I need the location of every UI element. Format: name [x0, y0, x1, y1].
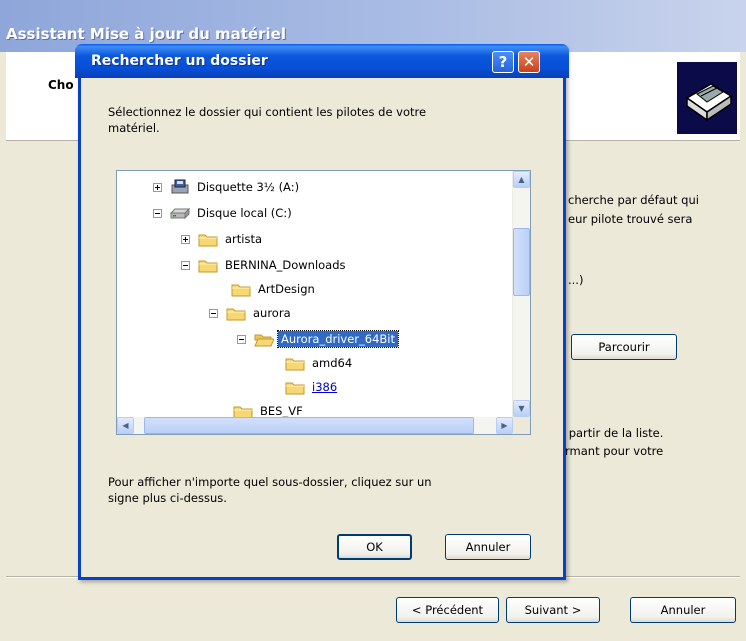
wizard-path-text: ...) [568, 273, 584, 287]
tree-item[interactable]: amd64 [285, 353, 355, 373]
tree-item-label[interactable]: amd64 [309, 355, 355, 371]
scroll-up-button[interactable]: ▲ [513, 171, 530, 188]
scrollbar-corner [513, 417, 530, 434]
dialog-hint: Pour afficher n'importe quel sous-dossie… [108, 475, 432, 505]
horizontal-scrollbar[interactable]: ◀ ▶ [117, 417, 513, 434]
folder-icon [285, 379, 305, 395]
dialog-title-bar[interactable]: Rechercher un dossier ? ✕ [75, 44, 569, 78]
tree-item-label[interactable]: artista [222, 231, 265, 247]
tree-item[interactable]: ArtDesign [231, 279, 318, 299]
tree-item-label[interactable]: BERNINA_Downloads [222, 257, 349, 273]
vertical-scroll-thumb[interactable] [513, 228, 530, 296]
tree-item-label[interactable]: aurora [250, 305, 294, 321]
next-button[interactable]: Suivant > [506, 597, 600, 623]
collapse-minus-icon[interactable] [181, 260, 190, 270]
floppy-drive-icon [170, 179, 190, 195]
wizard-desc-line-3: à partir de la liste. [558, 426, 664, 440]
wizard-desc-line-4: ormant pour votre [558, 444, 664, 458]
collapse-minus-icon[interactable] [209, 308, 218, 318]
vertical-scrollbar[interactable]: ▲ ▼ [512, 171, 530, 417]
folder-open-icon [254, 331, 275, 347]
scroll-left-button[interactable]: ◀ [117, 417, 134, 434]
collapse-minus-icon[interactable] [153, 208, 162, 218]
folder-icon [226, 305, 246, 321]
tree-item[interactable]: Disquette 3½ (A:) [153, 177, 302, 197]
wizard-cancel-button[interactable]: Annuler [630, 597, 736, 623]
close-button[interactable]: ✕ [518, 51, 540, 73]
hardware-icon [677, 62, 737, 134]
folder-tree[interactable]: Disquette 3½ (A:) Disque local (C:) artist… [116, 170, 531, 435]
expand-plus-icon[interactable] [153, 182, 162, 192]
chevron-down-icon: ▼ [518, 404, 525, 413]
back-button[interactable]: < Précédent [396, 597, 499, 623]
chevron-left-icon: ◀ [122, 421, 129, 430]
ok-button[interactable]: OK [337, 534, 412, 560]
dialog-prompt: Sélectionnez le dossier qui contient les… [108, 105, 427, 135]
dialog-title: Rechercher un dossier [91, 53, 268, 69]
tree-item-label[interactable]: Aurora_driver_64Bit [276, 330, 400, 348]
folder-icon [198, 231, 218, 247]
tree-item[interactable]: artista [181, 229, 265, 249]
tree-item-label[interactable]: Disquette 3½ (A:) [194, 179, 302, 195]
expand-plus-icon[interactable] [181, 234, 190, 244]
dialog-cancel-button[interactable]: Annuler [445, 534, 531, 560]
folder-icon [198, 257, 218, 273]
tree-item-label[interactable]: Disque local (C:) [194, 205, 295, 221]
wizard-desc-line-2: eur pilote trouvé sera [568, 212, 693, 226]
folder-icon [285, 355, 305, 371]
chevron-up-icon: ▲ [518, 175, 525, 184]
tree-item-label[interactable]: i386 [309, 379, 340, 395]
wizard-title: Assistant Mise à jour du matériel [6, 25, 286, 43]
tree-item[interactable]: i386 [285, 377, 340, 397]
wizard-desc-line-1: cherche par défaut qui [568, 193, 699, 207]
tree-item-label[interactable]: ArtDesign [255, 281, 318, 297]
scroll-down-button[interactable]: ▼ [513, 400, 530, 417]
browse-button[interactable]: Parcourir [571, 334, 677, 360]
scroll-right-button[interactable]: ▶ [496, 417, 513, 434]
wizard-header-title: Cho [48, 78, 74, 92]
help-icon: ? [498, 53, 508, 71]
tree-item[interactable]: aurora [209, 303, 294, 323]
close-icon: ✕ [522, 53, 536, 71]
tree-item[interactable]: BERNINA_Downloads [181, 255, 349, 275]
horizontal-scroll-thumb[interactable] [144, 417, 474, 434]
chevron-right-icon: ▶ [501, 421, 508, 430]
hard-drive-icon [169, 205, 191, 221]
folder-icon [231, 281, 251, 297]
tree-item[interactable]: Disque local (C:) [153, 203, 295, 223]
collapse-minus-icon[interactable] [237, 334, 246, 344]
help-button[interactable]: ? [492, 51, 514, 73]
tree-item[interactable]: Aurora_driver_64Bit [237, 329, 400, 349]
